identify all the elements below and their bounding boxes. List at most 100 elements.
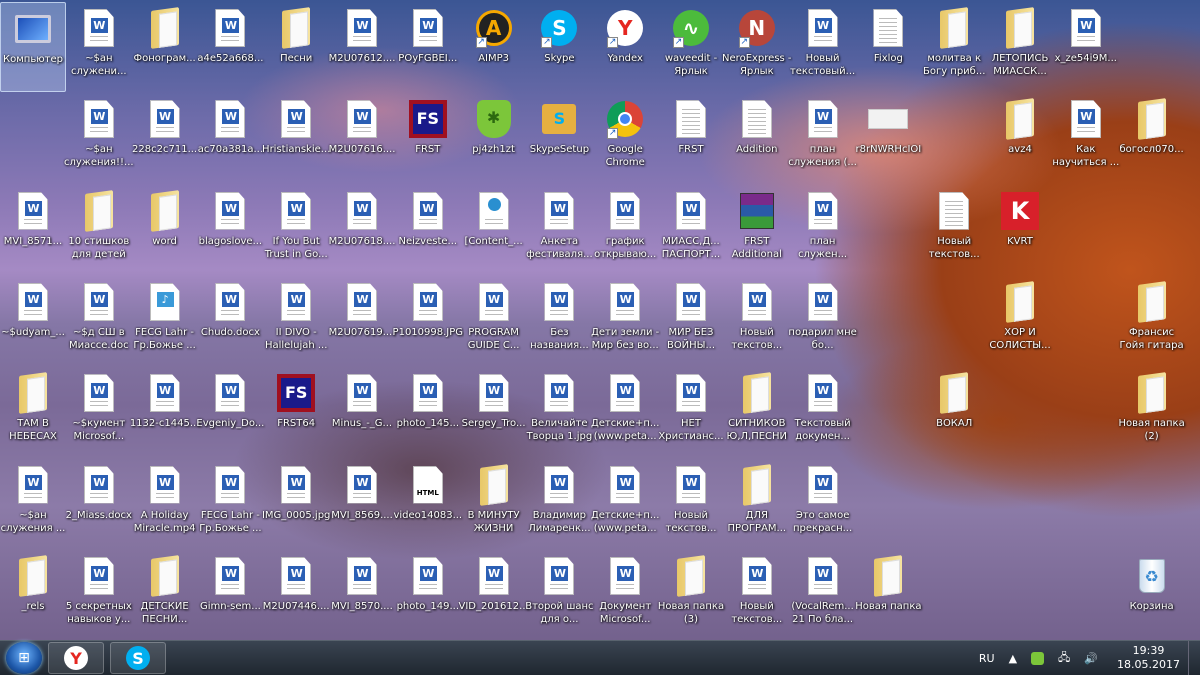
desktop-icon[interactable]: word [132,185,198,275]
desktop-icon[interactable]: W Это самое прекрасн... [790,459,856,549]
desktop-icon[interactable]: Wx_ze54i9M... [1053,2,1119,92]
desktop-icon[interactable]: W M2U07612.... [329,2,395,92]
desktop-icon[interactable]: Wплан служения (... [788,93,857,183]
desktop-icon[interactable]: Новый текстов... [921,185,987,275]
desktop-icon[interactable]: W 2_Miass.docx [66,459,132,549]
desktop-icon[interactable]: W 5 секретных навыков у... [66,550,132,640]
desktop-icon[interactable]: Новая папка [855,550,922,640]
desktop-icon[interactable]: S ↗ Skype [526,2,592,92]
desktop-icon[interactable]: K KVRT [987,185,1053,275]
desktop-icon[interactable]: W A Holiday Miracle.mp4 [132,459,198,549]
desktop-icon[interactable]: Y ↗ Yandex [592,2,658,92]
desktop-icon[interactable]: Новая папка (2) [1118,367,1185,457]
desktop-icon[interactable]: W Evgeniy_Do... [196,367,264,457]
desktop-icon[interactable]: ВОКАЛ [921,367,987,457]
desktop-icon[interactable]: W ~$ан служени... [66,2,132,92]
desktop-icon[interactable]: W P1010998.JPG [393,276,463,366]
desktop-icon[interactable]: W Neizveste... [395,185,461,275]
desktop-icon[interactable]: ДЛЯ ПРОГРАМ... [724,459,790,549]
desktop-icon[interactable]: W МИАСС,Д... ПАСПОРТ... [658,185,724,275]
desktop-icon[interactable]: W Детские+п... (www.peta... [591,367,659,457]
desktop-icon[interactable]: W POyFGBEI... [395,2,461,92]
taskbar-skype-button[interactable]: S [110,642,166,674]
desktop-icon[interactable]: W Величайте Творца 1.jpg [526,367,592,457]
desktop-icon[interactable]: _rels [0,550,66,640]
desktop-icon[interactable]: Addition [724,93,790,183]
desktop-icon[interactable]: W Новый текстов... [724,276,790,366]
desktop-icon[interactable]: 10 стишков для детей [66,185,132,275]
desktop-icon[interactable]: W 1132-c1445... [130,367,199,457]
desktop-icon[interactable]: A ↗ AIMP3 [461,2,527,92]
volume-icon[interactable]: 🔊 [1084,652,1098,665]
desktop-icon[interactable]: W Hristianskie... [262,93,330,183]
desktop-icon[interactable]: W ~$ан служения ... [0,459,66,549]
desktop-icon[interactable]: W Документ Microsof... [592,550,658,640]
desktop-icon[interactable]: W Без названия... [526,276,592,366]
desktop-icon[interactable]: W Владимир Лимаренк... [526,459,592,549]
desktop-icon[interactable]: Wa4e52a668... [197,2,263,92]
desktop-icon[interactable]: W PROGRAM GUIDE C... [461,276,527,366]
clock[interactable]: 19:39 18.05.2017 [1117,644,1180,672]
desktop-icon[interactable]: W ~$д СШ в Миассе.doc [66,276,132,366]
desktop-icon[interactable]: W MVI_8571... [0,185,66,275]
desktop-icon[interactable]: Wплан служен... [790,185,856,275]
desktop-icon[interactable]: W IMG_0005.jpg [262,459,330,549]
desktop-icon[interactable]: ∿ ↗ waveedit - Ярлык [658,2,724,92]
taskbar-yandex-button[interactable]: Y [48,642,104,674]
network-icon[interactable]: 🖧 [1058,649,1070,668]
desktop-icon[interactable]: W MVI_8570.... [329,550,395,640]
desktop-icon[interactable]: FS FRST [395,93,461,183]
desktop-icon[interactable]: W Второй шанс для о... [525,550,594,640]
desktop-icon[interactable]: богосл070... [1119,93,1185,183]
desktop-icon[interactable]: W If You But Trust in Go... [263,185,329,275]
desktop-icon[interactable]: ХОР И СОЛИСТЫ... [987,276,1053,366]
desktop-icon[interactable]: W VID_201612... [458,550,529,640]
desktop-icon[interactable]: ДЕТСКИЕ ПЕСНИ... [132,550,198,640]
desktop-icon[interactable]: Wblagoslove... [197,185,263,275]
desktop-icon[interactable]: ТАМ В НЕБЕСАХ [0,367,66,457]
desktop-icon[interactable]: ♪ FECG Lahr - Гр.Божье ... [132,276,198,366]
desktop-icon[interactable]: W МИР БЕЗ ВОЙНЫ... [658,276,724,366]
desktop-icon[interactable]: W MVI_8569.... [329,459,395,549]
desktop-icon[interactable]: avz4 [987,93,1053,183]
desktop-icon[interactable]: W ~$кумент Microsof... [66,367,132,457]
desktop-icon[interactable]: W M2U07616.... [329,93,395,183]
desktop-icon[interactable]: W M2U07618.... [329,185,395,275]
desktop-icon[interactable]: W Новый текстов... [724,550,790,640]
desktop-icon[interactable]: Новая папка (3) [658,550,724,640]
desktop-icon[interactable]: S SkypeSetup [526,93,592,183]
desktop-icon[interactable]: W Как научиться ... [1052,93,1119,183]
desktop-icon[interactable]: W ~$udyam_... [0,276,66,366]
desktop-icon[interactable]: Fixlog [855,2,921,92]
desktop-icon[interactable]: Wphoto_149... [395,550,461,640]
desktop-icon[interactable]: W Текстовый докумен... [790,367,856,457]
desktop-icon[interactable]: FS FRST64 [263,367,329,457]
desktop-icon[interactable]: ✱ pj4zh1zt [461,93,527,183]
desktop-icon[interactable]: W Minus_-_G... [329,367,395,457]
desktop-icon[interactable]: W Gimn-sem... [197,550,263,640]
desktop-icon[interactable]: W M2U07446.... [263,550,330,640]
desktop-icon[interactable]: Фонограм... [132,2,198,92]
desktop-icon[interactable]: W Анкета фестиваля... [526,185,593,275]
desktop-icon[interactable]: W (VocalRem... 21 По бла... [790,550,856,640]
desktop-icon[interactable]: W II DIVO - Hallelujah ... [263,276,329,366]
show-desktop-button[interactable] [1188,641,1200,675]
show-hidden-icons-icon[interactable]: ▲ [1009,652,1017,665]
language-indicator[interactable]: RU [979,652,995,665]
desktop-icon[interactable]: W Chudo.docx [197,276,263,366]
desktop-icon[interactable]: [Content_... [461,185,527,275]
desktop-icon[interactable]: Франсис Гойя гитара [1119,276,1185,366]
desktop-icon[interactable]: FRST [658,93,724,183]
desktop-icon[interactable]: ЛЕТОПИСЬ МИАССК... [987,2,1053,92]
desktop-icon[interactable]: W 228c2c711... [132,93,198,183]
desktop-icon[interactable]: В МИНУТУ ЖИЗНИ [461,459,527,549]
start-button[interactable]: ⊞ [6,642,42,674]
desktop-icon[interactable]: FRST Additional [724,185,790,275]
desktop-icon[interactable]: N ↗ NeroExpress - Ярлык [722,2,792,92]
desktop-icon[interactable]: СИТНИКОВ Ю,Л,ПЕСНИ [724,367,790,457]
desktop-icon[interactable]: Wphoto_145... [395,367,461,457]
antivirus-tray-icon[interactable] [1031,651,1045,665]
desktop-icon[interactable]: Wграфик открываю... [592,185,658,275]
desktop-icon[interactable]: Песни [263,2,329,92]
desktop-icon[interactable]: W НЕТ Христианс... [658,367,724,457]
